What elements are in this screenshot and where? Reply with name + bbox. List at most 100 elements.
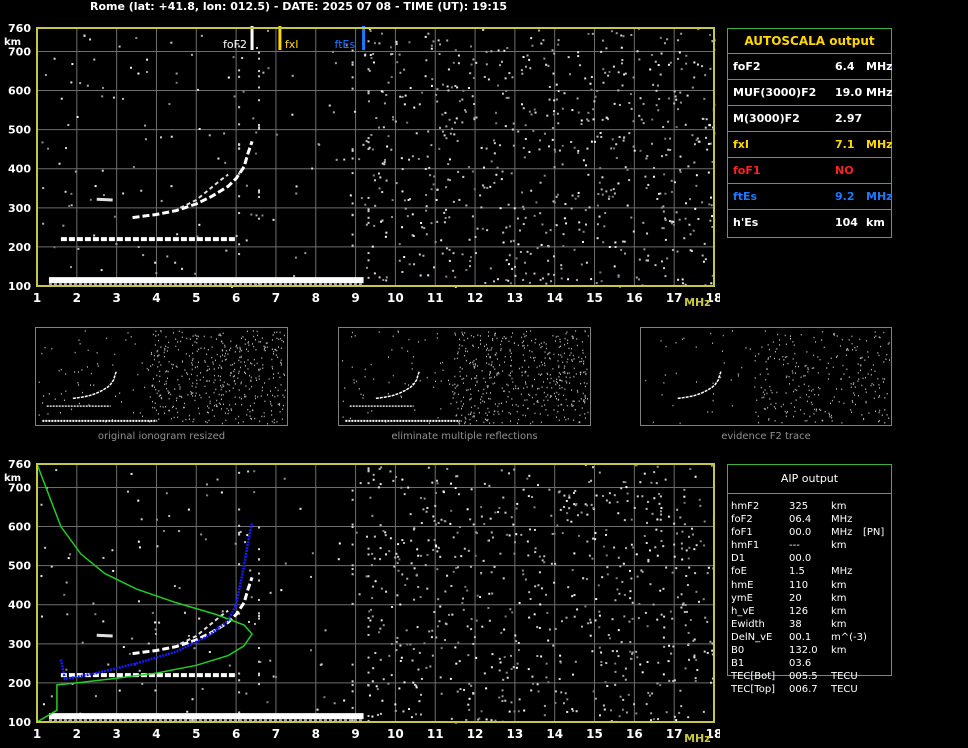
noise-dot — [651, 118, 654, 121]
noise-dot — [652, 83, 655, 86]
thumbnail-dot — [478, 412, 480, 414]
noise-dot — [115, 242, 118, 245]
thumbnail-dot — [159, 394, 161, 396]
thumbnail-dot — [133, 412, 135, 414]
noise-dot — [595, 598, 598, 601]
thumbnail-dot — [191, 368, 193, 371]
thumbnail-multiple — [338, 327, 591, 426]
noise-dot — [396, 61, 399, 64]
thumbnail-dot — [877, 352, 879, 354]
thumbnail-dot — [765, 360, 767, 363]
noise-dot — [371, 680, 374, 683]
thumbnail-dot — [213, 404, 215, 407]
noise-dot — [293, 275, 296, 278]
thumbnail-dot — [199, 379, 201, 381]
noise-dot — [536, 247, 539, 250]
thumbnail-dot — [558, 353, 560, 356]
noise-dot — [385, 276, 388, 279]
thumbnail-dot — [191, 385, 193, 387]
thumbnail-dot — [860, 357, 862, 359]
noise-dot — [234, 542, 237, 545]
thumbnail-dot — [564, 343, 566, 346]
thumbnail-dot — [761, 396, 763, 399]
noise-dot — [480, 515, 483, 518]
noise-dot — [589, 82, 592, 85]
thumbnail-dot — [262, 364, 264, 366]
noise-dot — [201, 687, 204, 690]
noise-dot — [498, 144, 501, 147]
thumbnail-dot — [807, 371, 809, 373]
noise-dot — [709, 34, 712, 37]
noise-dot — [482, 184, 485, 187]
noise-dot — [620, 487, 623, 490]
noise-dot — [522, 278, 525, 281]
noise-dot — [543, 714, 546, 717]
noise-dot — [378, 42, 381, 45]
noise-dot — [629, 650, 632, 653]
noise-dot — [523, 208, 526, 211]
x-tick-label: 8 — [312, 291, 320, 305]
thumbnail-dot — [158, 418, 160, 420]
noise-dot — [615, 32, 618, 35]
noise-dot — [626, 204, 629, 207]
noise-dot — [432, 40, 435, 43]
noise-dot — [598, 610, 601, 613]
noise-dot — [194, 272, 197, 275]
thumbnail-dot — [224, 359, 226, 361]
noise-dot — [659, 495, 662, 498]
noise-dot — [655, 528, 658, 531]
thumbnail-dot — [367, 411, 369, 414]
thumbnail-dot — [573, 367, 575, 370]
noise-dot — [506, 676, 509, 679]
noise-dot — [636, 495, 639, 498]
thumbnail-dot — [225, 350, 227, 352]
noise-dot — [443, 221, 446, 224]
noise-dot — [694, 679, 697, 682]
thumbnail-frame — [640, 327, 892, 426]
noise-dot — [419, 713, 422, 716]
thumbnail-dot — [158, 361, 160, 363]
thumbnail-dot — [584, 401, 586, 404]
noise-dot — [445, 137, 448, 140]
noise-dot — [390, 148, 393, 151]
noise-dot — [65, 581, 68, 584]
thumbnail-dot — [492, 339, 494, 342]
noise-dot — [417, 668, 420, 671]
noise-dot — [609, 709, 612, 712]
noise-dot — [584, 209, 587, 212]
noise-dot — [573, 552, 576, 555]
thumbnail-dot — [204, 385, 206, 388]
thumbnail-dot — [571, 359, 573, 361]
noise-dot — [573, 594, 576, 597]
thumbnail-dot — [473, 367, 475, 369]
thumbnail-dot — [185, 353, 187, 355]
thumbnail-dot — [827, 378, 829, 380]
thumbnail-dot — [811, 367, 813, 370]
thumbnail-dot — [563, 367, 565, 369]
thumbnail-dot — [540, 421, 542, 424]
noise-dot — [680, 542, 683, 545]
noise-dot — [505, 671, 508, 674]
thumbnail-dot — [269, 400, 271, 403]
noise-dot — [250, 213, 253, 216]
thumbnail-dot — [130, 336, 132, 338]
noise-dot — [404, 207, 407, 210]
thumbnail-dot — [192, 344, 194, 347]
thumbnail-dot — [181, 361, 183, 363]
thumbnail-dot — [820, 409, 822, 411]
aip-v: 132.0 — [789, 645, 818, 657]
noise-dot — [651, 512, 654, 515]
noise-dot — [622, 480, 625, 483]
thumbnail-dot — [585, 356, 587, 358]
noise-dot — [379, 547, 382, 550]
thumbnail-dot — [508, 391, 510, 393]
thumbnail-dot — [771, 391, 773, 394]
thumbnail-dot — [523, 387, 525, 389]
thumbnail-dot — [552, 368, 554, 370]
thumbnail-dot — [276, 337, 278, 340]
thumbnail-dot — [257, 396, 259, 398]
noise-dot — [238, 533, 241, 536]
noise-dot — [50, 695, 53, 698]
thumbnail-dot — [457, 384, 459, 386]
noise-dot — [94, 613, 97, 616]
